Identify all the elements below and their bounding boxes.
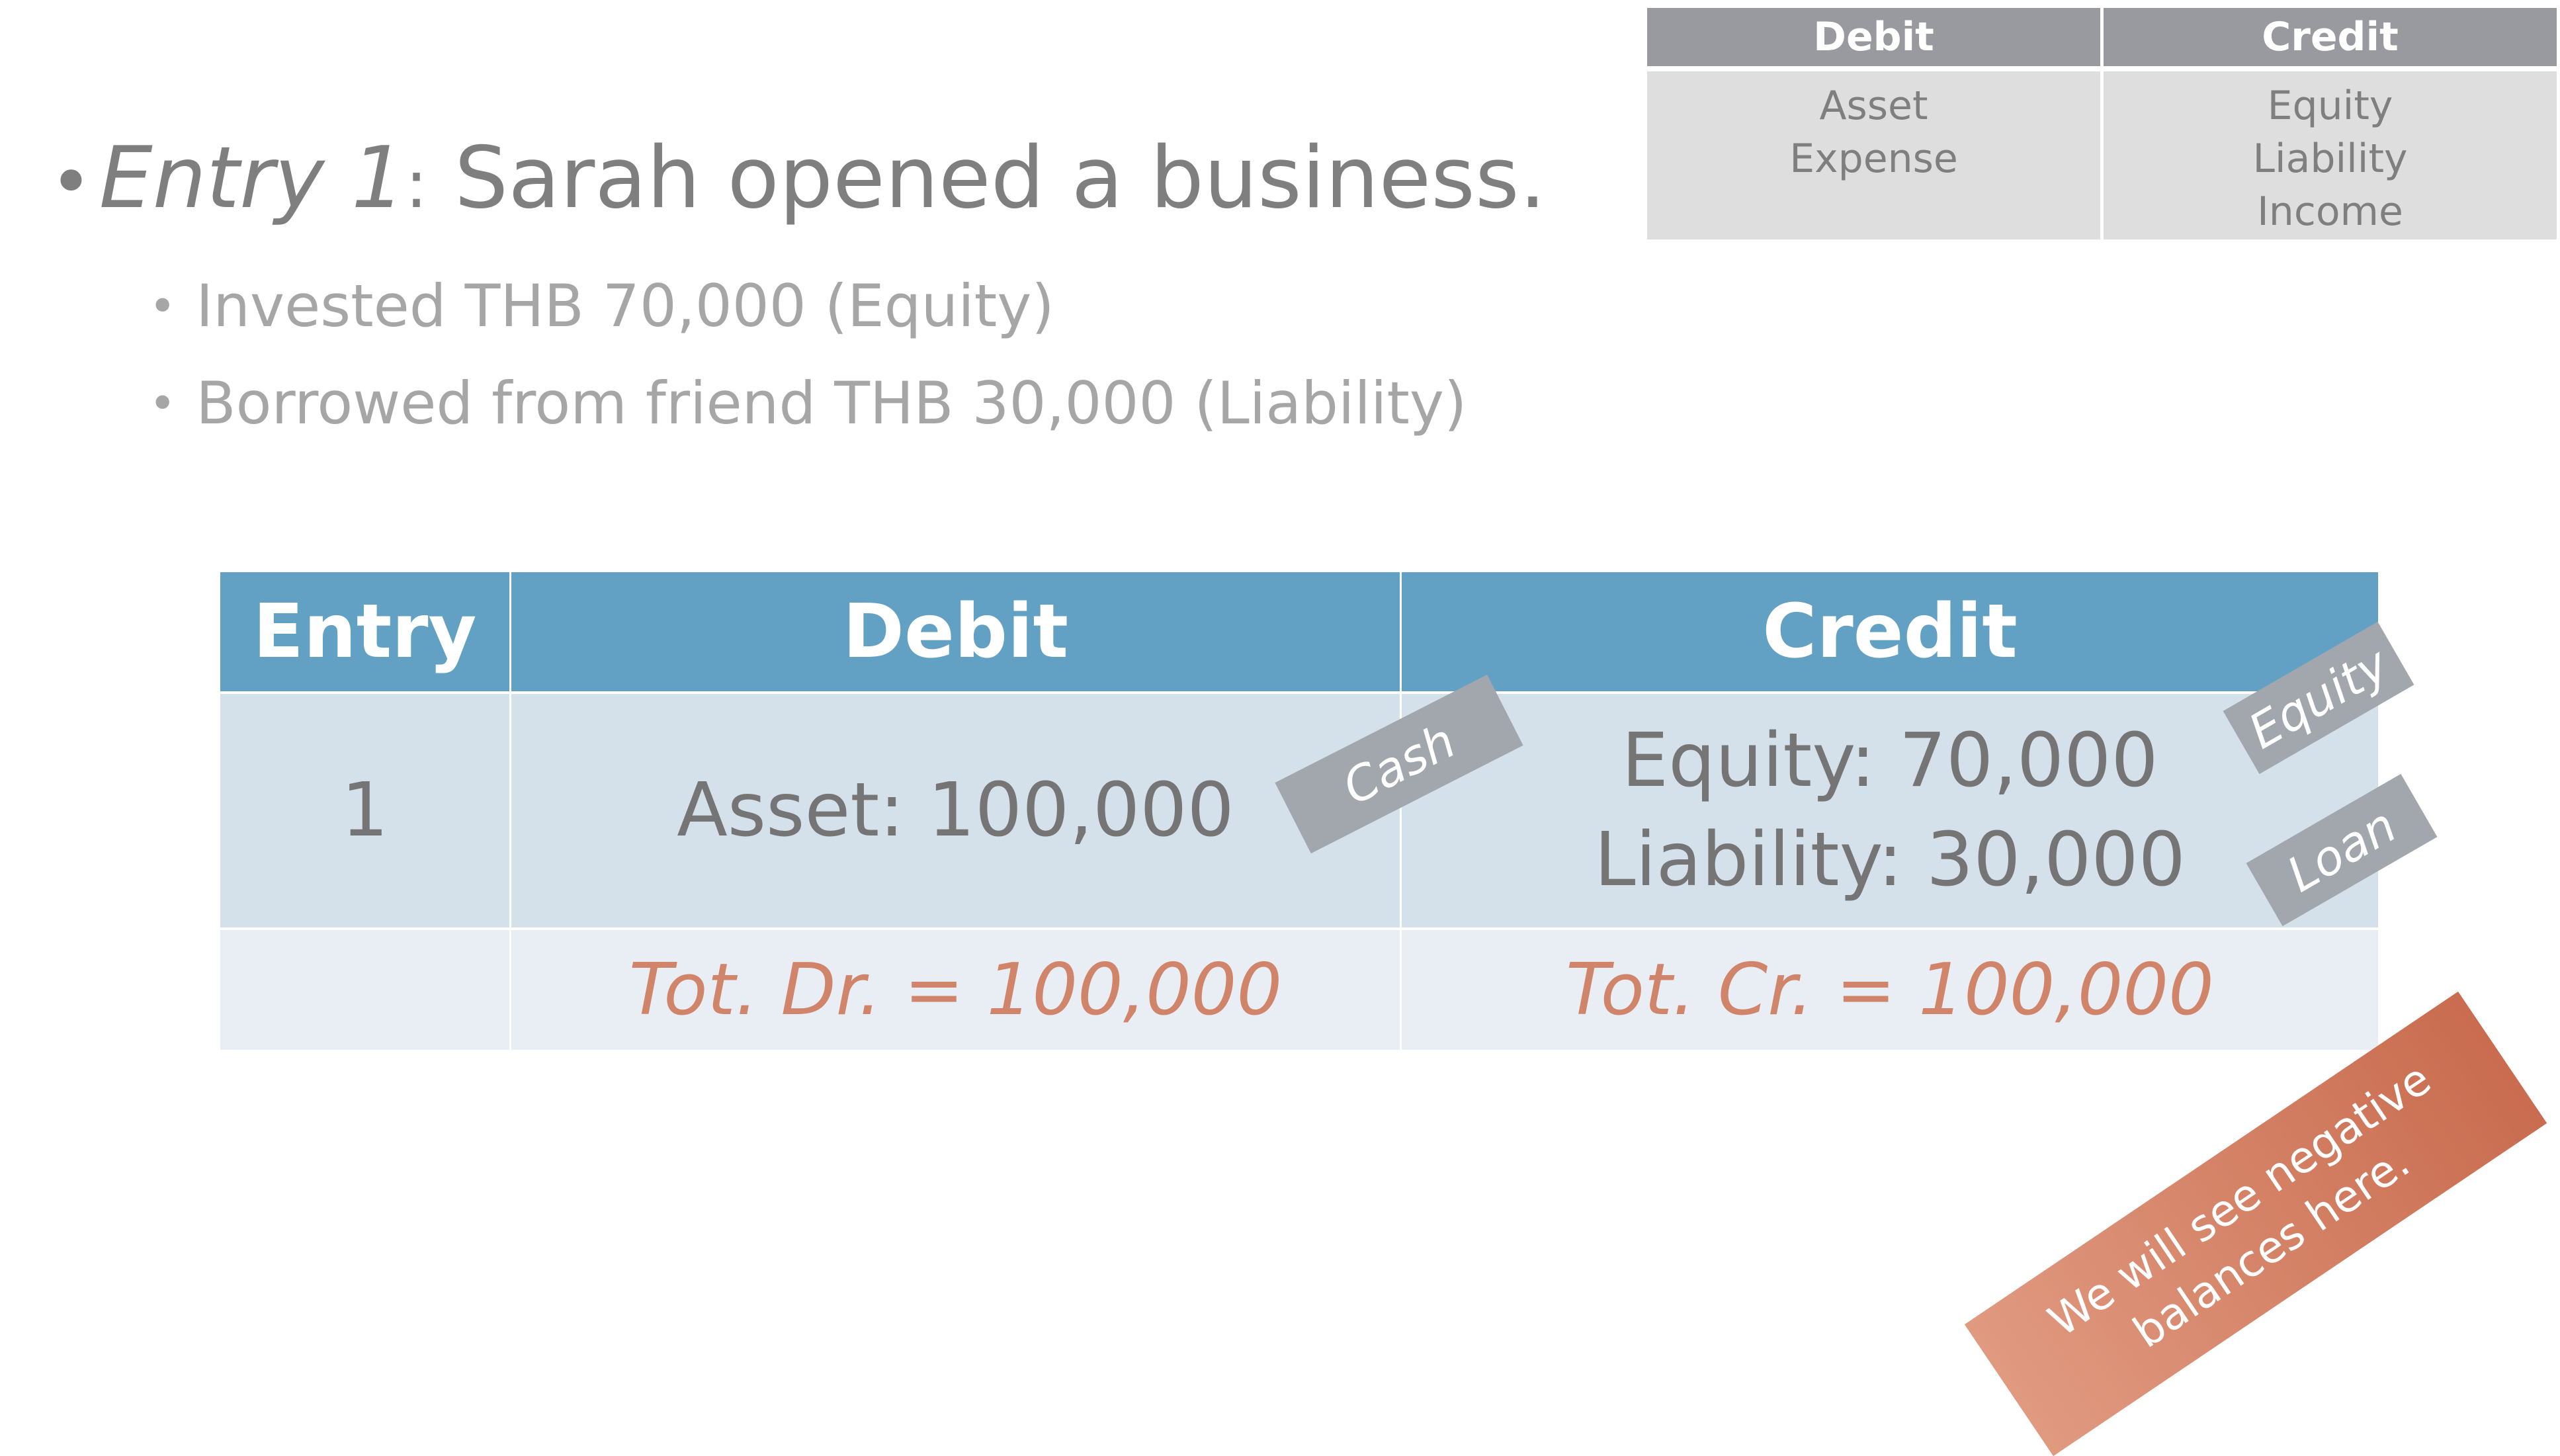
row-divider bbox=[220, 691, 2378, 694]
row-divider bbox=[220, 927, 2378, 930]
entry-label: Entry 1 bbox=[99, 129, 405, 228]
bullet-dot-icon: • bbox=[149, 376, 177, 431]
reference-credit-column: Credit Equity Liability Income bbox=[2104, 8, 2557, 239]
sub-bullet-text: Borrowed from friend THB 30,000 (Liabili… bbox=[196, 369, 1467, 437]
reference-credit-item: Liability bbox=[2252, 136, 2408, 182]
reference-credit-header: Credit bbox=[2104, 8, 2557, 66]
entry-number: 1 bbox=[341, 767, 389, 853]
bullet-dot-icon: • bbox=[149, 279, 177, 333]
header-credit: Credit bbox=[1762, 589, 2018, 675]
column-divider bbox=[1400, 572, 1402, 1050]
main-bullet: •Entry 1: Sarah opened a business. bbox=[50, 129, 1546, 234]
credit-liability: Liability: 30,000 bbox=[1594, 817, 2186, 903]
header-entry: Entry bbox=[253, 589, 477, 675]
reference-header-divider bbox=[1647, 66, 2557, 71]
header-debit: Debit bbox=[842, 589, 1069, 675]
bullet-dot-icon: • bbox=[50, 140, 93, 224]
entry-colon: : bbox=[405, 146, 428, 223]
reference-credit-item: Income bbox=[2257, 189, 2403, 235]
sub-bullet-borrowed: • Borrowed from friend THB 30,000 (Liabil… bbox=[149, 367, 1467, 440]
total-credit: Tot. Cr. = 100,000 bbox=[1566, 949, 2214, 1031]
journal-header-row: Entry Debit Credit bbox=[220, 572, 2378, 691]
credit-equity: Equity: 70,000 bbox=[1621, 718, 2158, 804]
sub-bullet-text: Invested THB 70,000 (Equity) bbox=[196, 272, 1054, 340]
reference-table: Debit Asset Expense Credit Equity Liabil… bbox=[1647, 8, 2557, 239]
debit-cell: Asset: 100,000 bbox=[677, 767, 1234, 853]
note-line: balances here. bbox=[2124, 1136, 2419, 1358]
total-entry-empty bbox=[220, 930, 509, 1050]
reference-debit-item: Asset bbox=[1819, 83, 1928, 129]
negative-balance-note: We will see negative balances here. bbox=[1964, 991, 2547, 1456]
column-divider bbox=[509, 572, 511, 1050]
total-debit: Tot. Dr. = 100,000 bbox=[628, 949, 1283, 1031]
credit-cell: Equity: 70,000 Liability: 30,000 bbox=[1402, 693, 2378, 927]
reference-debit-column: Debit Asset Expense bbox=[1647, 8, 2100, 239]
reference-credit-item: Equity bbox=[2267, 83, 2393, 129]
reference-debit-item: Expense bbox=[1789, 136, 1958, 182]
journal-total-row: Tot. Dr. = 100,000 Tot. Cr. = 100,000 bbox=[220, 930, 2378, 1050]
reference-debit-header: Debit bbox=[1647, 8, 2100, 66]
sub-bullet-invested: • Invested THB 70,000 (Equity) bbox=[149, 270, 1054, 343]
entry-description: Sarah opened a business. bbox=[427, 129, 1547, 228]
note-line: We will see negative bbox=[2039, 1053, 2440, 1347]
